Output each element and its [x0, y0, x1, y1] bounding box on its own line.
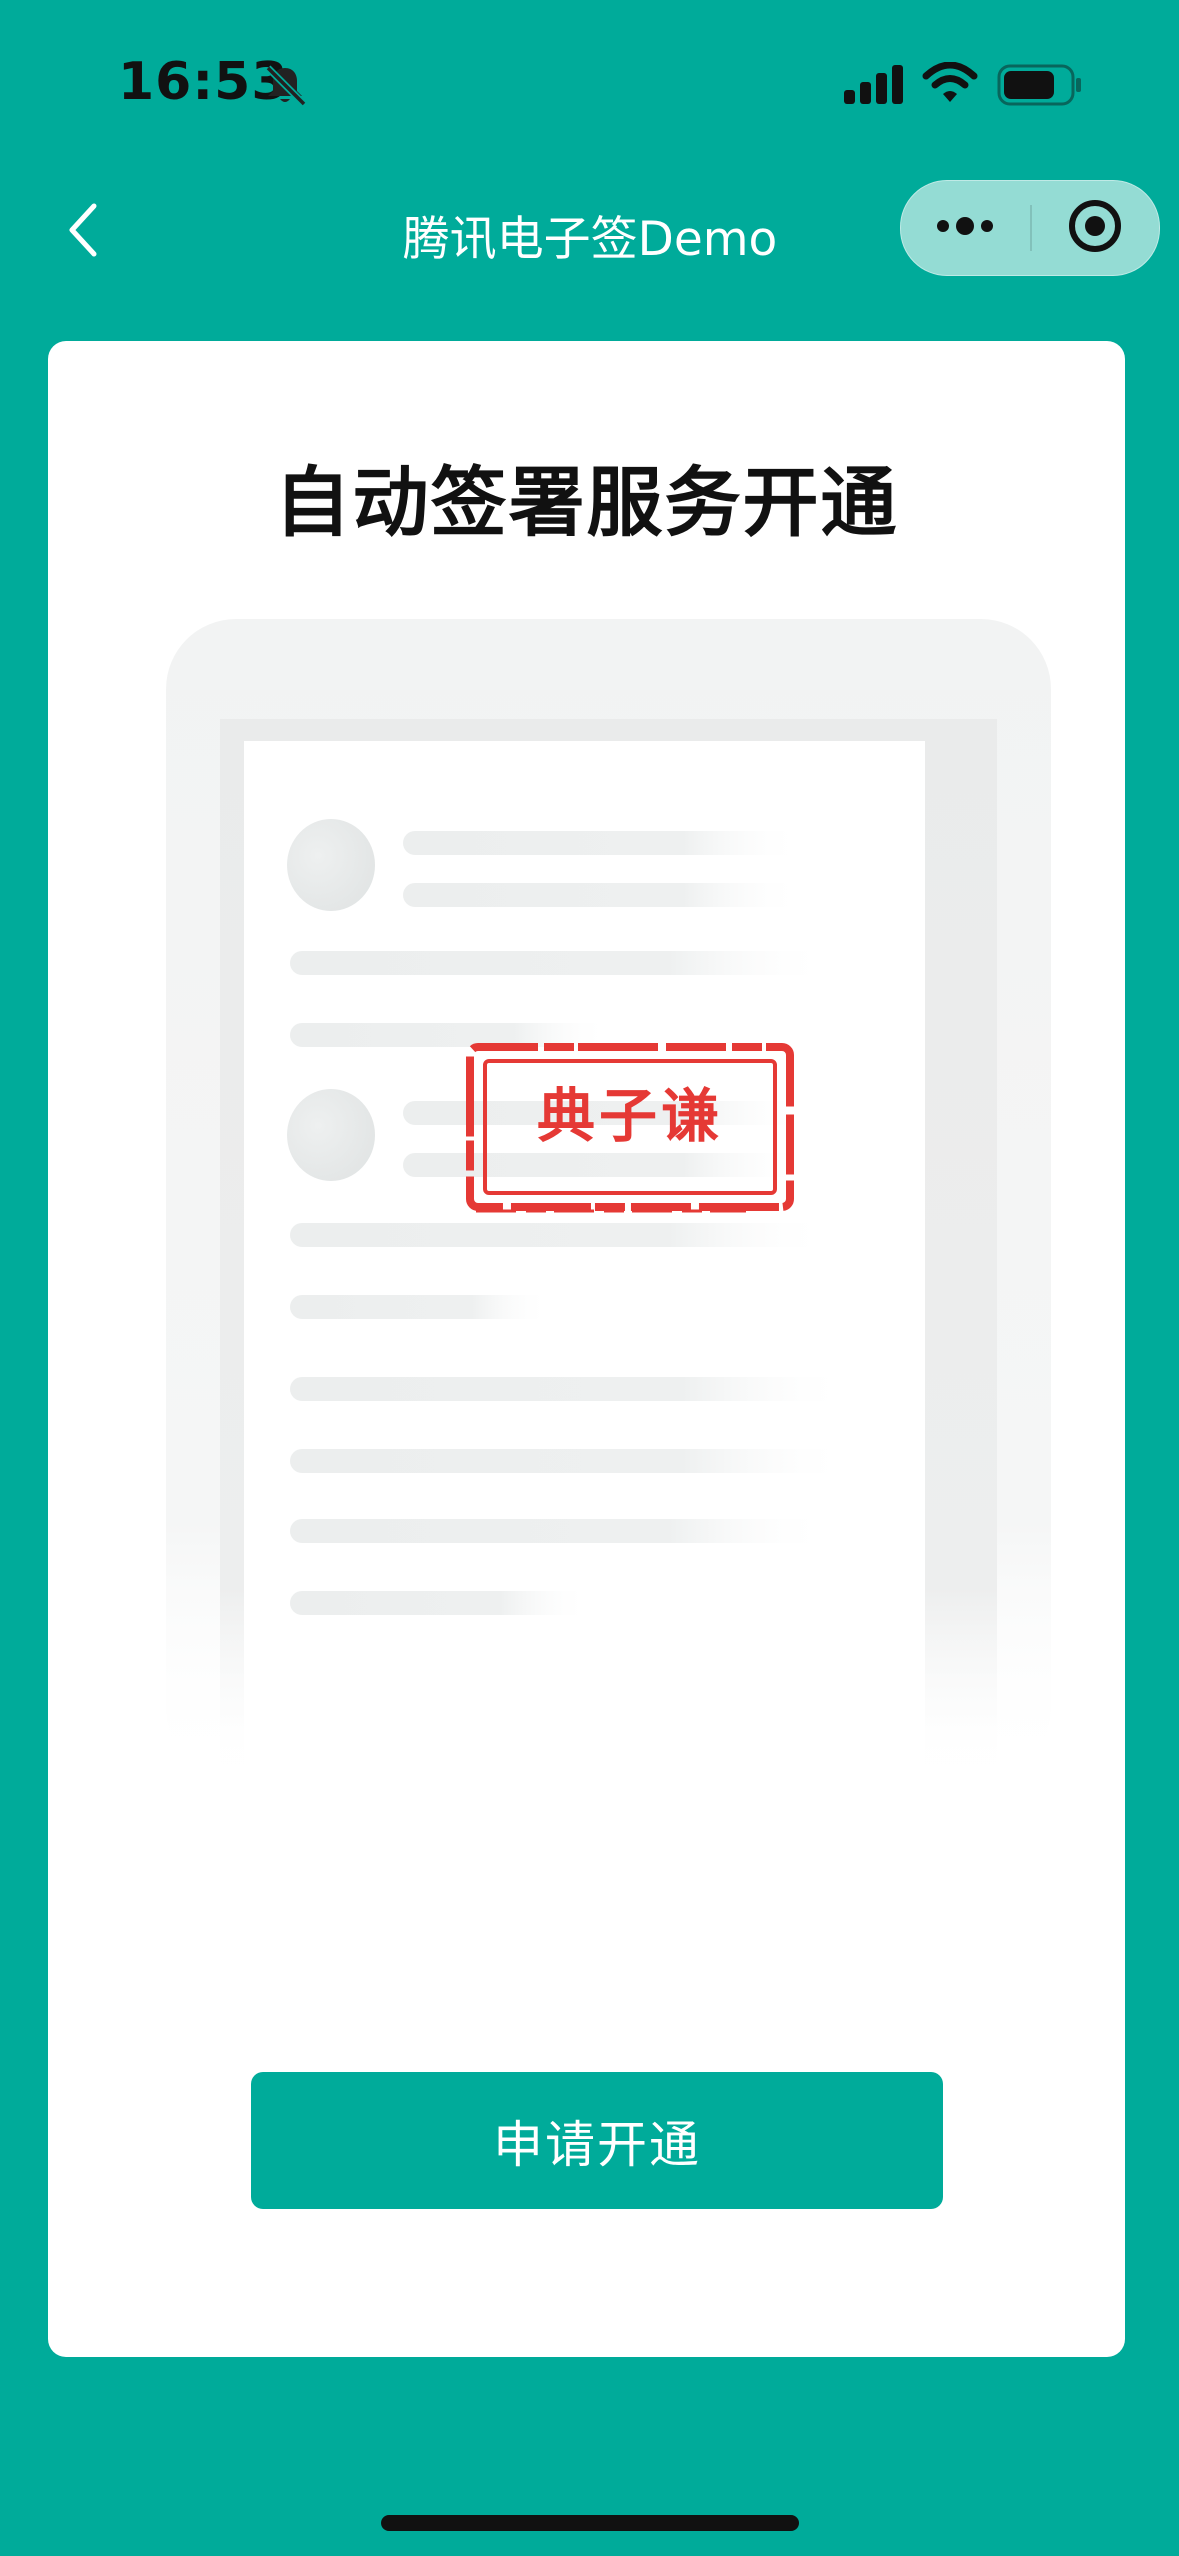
nav-bar: 腾讯电子签Demo: [0, 170, 1179, 290]
cellular-signal-icon: [842, 64, 906, 110]
home-indicator: [381, 2515, 799, 2531]
wifi-icon: [922, 61, 978, 110]
stamp-text: 典子谦: [536, 1082, 723, 1150]
apply-button[interactable]: 申请开通: [251, 2072, 943, 2209]
page-title: 腾讯电子签Demo: [402, 212, 778, 267]
mini-program-capsule: [900, 180, 1160, 276]
chevron-left-icon: [64, 200, 104, 264]
battery-icon: [997, 64, 1083, 110]
back-button[interactable]: [44, 192, 124, 272]
card-title: 自动签署服务开通: [274, 458, 899, 547]
bell-slash-icon: [262, 62, 308, 112]
status-bar: 16:53: [0, 0, 1179, 170]
more-button[interactable]: [901, 181, 1029, 275]
document-illustration: 典子谦: [166, 619, 1051, 1779]
close-target-icon: [1067, 198, 1123, 258]
close-button[interactable]: [1031, 181, 1159, 275]
main-card: 自动签署服务开通 典子谦 申请开通: [48, 341, 1125, 2357]
more-icon: [935, 216, 995, 240]
